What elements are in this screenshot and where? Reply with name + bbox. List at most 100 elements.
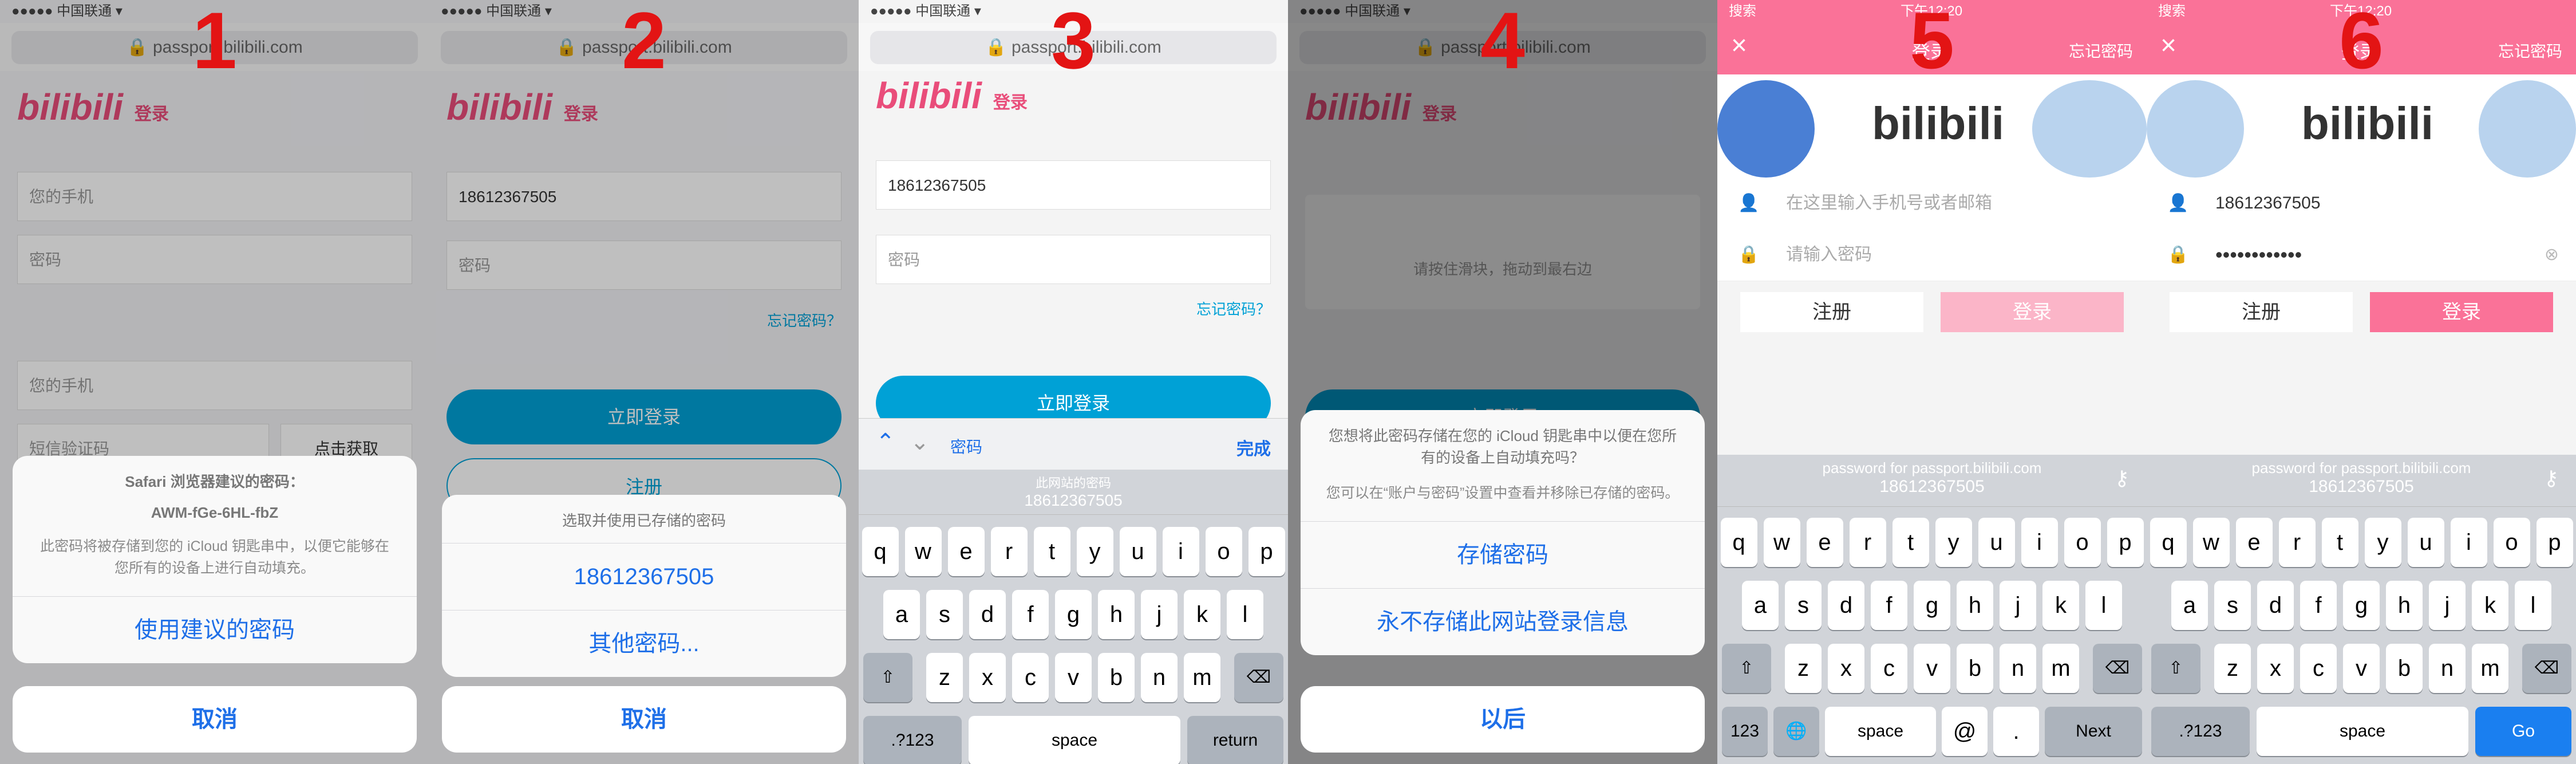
key-g[interactable]: g (2343, 581, 2380, 630)
key-z[interactable]: z (2214, 644, 2251, 693)
key-p[interactable]: p (2107, 518, 2144, 567)
space-key[interactable]: space (969, 716, 1180, 764)
key-y[interactable]: y (1076, 527, 1113, 576)
key-s[interactable]: s (1785, 581, 1822, 630)
key-e[interactable]: e (1806, 518, 1843, 567)
key-a[interactable]: a (2171, 581, 2208, 630)
shift-icon[interactable]: ⇧ (863, 653, 912, 702)
key-q[interactable]: q (1720, 518, 1757, 567)
saved-account-button[interactable]: 18612367505 (442, 543, 846, 610)
key-d[interactable]: d (969, 590, 1006, 639)
key-d[interactable]: d (2257, 581, 2294, 630)
account-field[interactable]: 👤 在这里输入手机号或者邮箱 (1717, 178, 2147, 230)
number-key[interactable]: 123 (1722, 707, 1768, 756)
close-icon[interactable]: × (2160, 30, 2176, 61)
key-s[interactable]: s (926, 590, 963, 639)
key-f[interactable]: f (1871, 581, 1907, 630)
return-key[interactable]: return (1187, 716, 1283, 764)
key-z[interactable]: z (1785, 644, 1822, 693)
key-o[interactable]: o (2493, 518, 2530, 567)
key-m[interactable]: m (2472, 644, 2508, 693)
shift-icon[interactable]: ⇧ (1722, 644, 1771, 693)
key-z[interactable]: z (926, 653, 963, 702)
key-q[interactable]: q (862, 527, 899, 576)
key-k[interactable]: k (2042, 581, 2079, 630)
key-v[interactable]: v (2343, 644, 2380, 693)
key-l[interactable]: l (2515, 581, 2551, 630)
key-x[interactable]: x (1828, 644, 1864, 693)
key-c[interactable]: c (1871, 644, 1907, 693)
key-h[interactable]: h (1098, 590, 1135, 639)
key-y[interactable]: y (1935, 518, 1972, 567)
key-n[interactable]: n (2429, 644, 2466, 693)
key-i[interactable]: i (1162, 527, 1199, 576)
account-field[interactable]: 👤 18612367505 (2147, 178, 2576, 230)
space-key[interactable]: space (1825, 707, 1936, 756)
key-q[interactable]: q (2150, 518, 2187, 567)
key-y[interactable]: y (2364, 518, 2401, 567)
quicktype-bar[interactable]: 此网站的密码 18612367505 (859, 470, 1288, 515)
key-r[interactable]: r (990, 527, 1028, 576)
at-key[interactable]: @ (1942, 707, 1988, 756)
key-n[interactable]: n (1141, 653, 1178, 702)
key-j[interactable]: j (2429, 581, 2466, 630)
key-u[interactable]: u (1119, 527, 1156, 576)
key-h[interactable]: h (2386, 581, 2423, 630)
key-h[interactable]: h (1957, 581, 1993, 630)
key-o[interactable]: o (2064, 518, 2101, 567)
key-c[interactable]: c (1012, 653, 1049, 702)
password-field[interactable]: 🔒 请输入密码 (1717, 229, 2147, 281)
key-x[interactable]: x (969, 653, 1006, 702)
later-button[interactable]: 以后 (1301, 686, 1705, 753)
key-j[interactable]: j (2000, 581, 2036, 630)
key-w[interactable]: w (2192, 518, 2230, 567)
key-a[interactable]: a (1742, 581, 1779, 630)
key-icon[interactable]: 密码 (950, 435, 982, 458)
key-w[interactable]: w (904, 527, 942, 576)
chevron-down-icon[interactable]: ⌄ (910, 429, 930, 455)
go-key[interactable]: Go (2475, 707, 2571, 756)
close-icon[interactable]: × (1731, 30, 1747, 61)
key-b[interactable]: b (1098, 653, 1135, 702)
key-j[interactable]: j (1141, 590, 1178, 639)
number-key[interactable]: .?123 (2151, 707, 2250, 756)
forgot-password-link[interactable]: 忘记密码？ (1196, 298, 1271, 319)
key-t[interactable]: t (1892, 518, 1929, 567)
clear-icon[interactable]: ⊗ (2545, 229, 2559, 281)
password-input[interactable]: 密码 (876, 235, 1271, 284)
key-p[interactable]: p (1248, 527, 1285, 576)
dot-key[interactable]: . (1993, 707, 2039, 756)
password-field[interactable]: 🔒 •••••••••••• ⊗ (2147, 229, 2576, 281)
key-i[interactable]: i (2021, 518, 2058, 567)
key-v[interactable]: v (1914, 644, 1950, 693)
save-password-button[interactable]: 存储密码 (1301, 521, 1705, 588)
key-g[interactable]: g (1055, 590, 1092, 639)
key-g[interactable]: g (1914, 581, 1950, 630)
use-suggested-password-button[interactable]: 使用建议的密码 (13, 596, 417, 663)
backspace-icon[interactable]: ⌫ (2093, 644, 2142, 693)
key-d[interactable]: d (1828, 581, 1864, 630)
next-key[interactable]: Next (2045, 707, 2142, 756)
forgot-password-link[interactable]: 忘记密码 (2498, 39, 2562, 62)
key-l[interactable]: l (2085, 581, 2122, 630)
key-u[interactable]: u (1978, 518, 2015, 567)
key-a[interactable]: a (883, 590, 920, 639)
phone-input[interactable]: 18612367505 (876, 160, 1271, 210)
key-e[interactable]: e (947, 527, 985, 576)
key-r[interactable]: r (2278, 518, 2316, 567)
key-o[interactable]: o (1205, 527, 1242, 576)
other-passwords-button[interactable]: 其他密码... (442, 610, 846, 677)
key-s[interactable]: s (2214, 581, 2251, 630)
key-k[interactable]: k (2472, 581, 2508, 630)
never-save-button[interactable]: 永不存储此网站登录信息 (1301, 588, 1705, 655)
space-key[interactable]: space (2257, 707, 2468, 756)
cancel-button[interactable]: 取消 (442, 686, 846, 753)
backspace-icon[interactable]: ⌫ (1234, 653, 1283, 702)
key-f[interactable]: f (1012, 590, 1049, 639)
key-x[interactable]: x (2257, 644, 2294, 693)
key-b[interactable]: b (2386, 644, 2423, 693)
globe-icon[interactable]: 🌐 (1773, 707, 1819, 756)
key-m[interactable]: m (2042, 644, 2079, 693)
done-button[interactable]: 完成 (1236, 435, 1271, 460)
key-e[interactable]: e (2235, 518, 2273, 567)
